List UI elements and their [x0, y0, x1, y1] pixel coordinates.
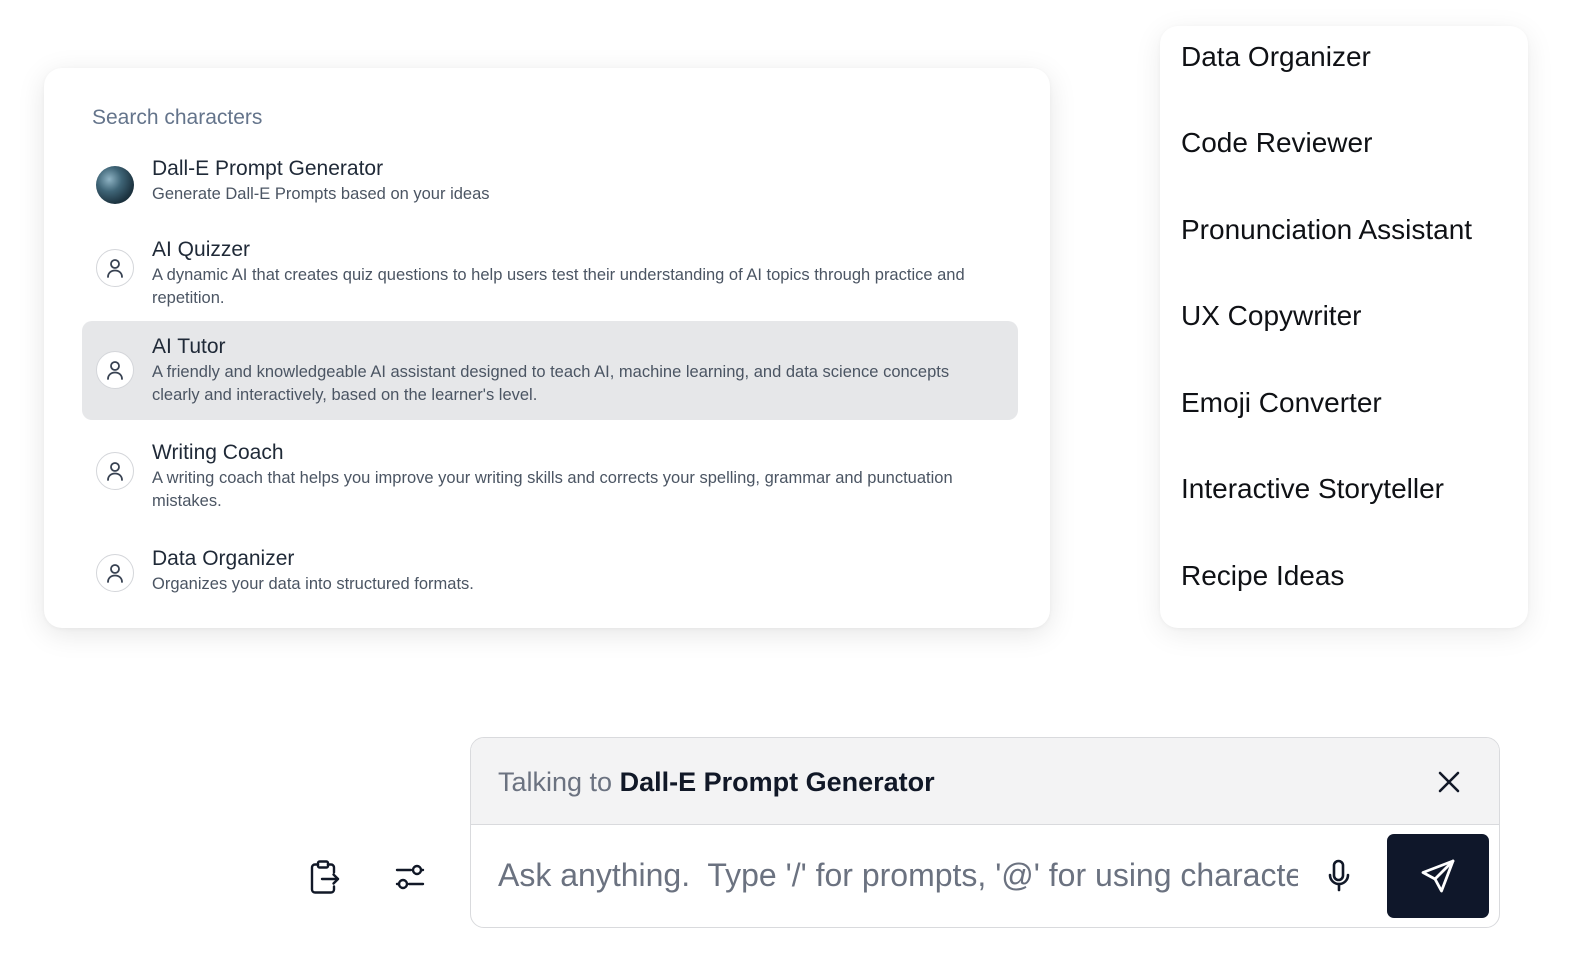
send-icon [1421, 859, 1455, 893]
user-icon [96, 249, 134, 287]
character-name: AI Quizzer [152, 238, 251, 261]
character-avatar-image [96, 166, 134, 204]
chat-input-box: Talking to Dall-E Prompt Generator [470, 737, 1500, 928]
menu-item-recipe-ideas[interactable]: Recipe Ideas [1181, 556, 1344, 596]
character-name: Writing Coach [152, 441, 284, 464]
character-description: Organizes your data into structured form… [152, 575, 474, 593]
close-character-button[interactable] [1429, 762, 1469, 802]
send-button[interactable] [1387, 834, 1489, 918]
settings-sliders-button[interactable] [388, 855, 432, 899]
menu-item-ux-copywriter[interactable]: UX Copywriter [1181, 296, 1361, 336]
talking-to-label: Talking to Dall-E Prompt Generator [498, 764, 935, 800]
user-icon [96, 351, 134, 389]
character-item-ai-tutor[interactable]: AI Tutor A friendly and knowledgeable AI… [82, 321, 1018, 420]
menu-item-data-organizer[interactable]: Data Organizer [1181, 37, 1371, 77]
microphone-icon [1328, 859, 1350, 892]
character-menu: Data Organizer Code Reviewer Pronunciati… [1160, 26, 1528, 628]
menu-item-pronunciation-assistant[interactable]: Pronunciation Assistant [1181, 210, 1472, 250]
close-icon [1438, 771, 1460, 793]
menu-item-emoji-converter[interactable]: Emoji Converter [1181, 383, 1382, 423]
user-icon [96, 452, 134, 490]
talking-to-character-name: Dall-E Prompt Generator [619, 767, 935, 797]
character-description: Generate Dall-E Prompts based on your id… [152, 185, 490, 203]
character-list: Dall-E Prompt Generator Generate Dall-E … [82, 152, 1018, 605]
character-picker: Dall-E Prompt Generator Generate Dall-E … [44, 68, 1050, 628]
character-name: AI Tutor [152, 335, 226, 358]
character-item-ai-quizzer[interactable]: AI Quizzer A dynamic AI that creates qui… [82, 224, 1018, 323]
character-description: A friendly and knowledgeable AI assistan… [152, 363, 950, 404]
talking-to-prefix: Talking to [498, 767, 613, 797]
user-icon [96, 554, 134, 592]
character-description: A dynamic AI that creates quiz questions… [152, 266, 965, 307]
character-name: Dall-E Prompt Generator [152, 157, 384, 180]
character-description: A writing coach that helps you improve y… [152, 469, 953, 510]
character-name: Data Organizer [152, 547, 295, 570]
menu-item-interactive-storyteller[interactable]: Interactive Storyteller [1181, 469, 1444, 509]
character-item-writing-coach[interactable]: Writing Coach A writing coach that helps… [82, 420, 1018, 519]
character-item-dall-e-prompt-generator[interactable]: Dall-E Prompt Generator Generate Dall-E … [82, 152, 1018, 218]
talking-to-header: Talking to Dall-E Prompt Generator [471, 738, 1499, 825]
microphone-button[interactable] [1321, 856, 1357, 896]
sliders-icon [395, 864, 425, 890]
character-item-data-organizer[interactable]: Data Organizer Organizes your data into … [82, 525, 1018, 605]
clipboard-export-button[interactable] [303, 855, 347, 899]
chat-message-input[interactable] [498, 850, 1298, 900]
menu-item-code-reviewer[interactable]: Code Reviewer [1181, 123, 1372, 163]
clipboard-export-icon [310, 860, 340, 894]
search-characters-input[interactable] [92, 102, 892, 134]
